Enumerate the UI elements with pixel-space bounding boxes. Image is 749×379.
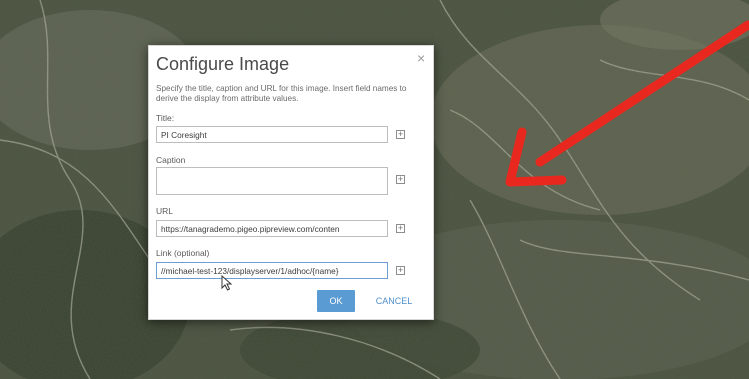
- ok-button[interactable]: OK: [317, 290, 355, 312]
- caption-field[interactable]: [156, 167, 388, 195]
- dialog-description: Specify the title, caption and URL for t…: [156, 84, 407, 103]
- title-field[interactable]: PI Coresight: [156, 126, 388, 143]
- insert-field-icon[interactable]: +: [396, 130, 405, 139]
- configure-image-dialog: Configure Image × Specify the title, cap…: [148, 45, 434, 320]
- caption-label: Caption: [156, 155, 186, 165]
- mouse-cursor-icon: [221, 275, 233, 291]
- dialog-title: Configure Image: [156, 54, 290, 74]
- close-icon[interactable]: ×: [417, 50, 425, 66]
- insert-field-icon[interactable]: +: [396, 175, 405, 184]
- cancel-button[interactable]: CANCEL: [369, 290, 419, 312]
- link-field[interactable]: //michael-test-123/displayserver/1/adhoc…: [156, 262, 388, 279]
- insert-field-icon[interactable]: +: [396, 266, 405, 275]
- insert-field-icon[interactable]: +: [396, 224, 405, 233]
- title-label: Title:: [156, 113, 175, 123]
- url-label: URL: [156, 206, 174, 216]
- link-label: Link (optional): [156, 248, 210, 258]
- url-field[interactable]: https://tanagrademo.pigeo.pipreview.com/…: [156, 220, 388, 237]
